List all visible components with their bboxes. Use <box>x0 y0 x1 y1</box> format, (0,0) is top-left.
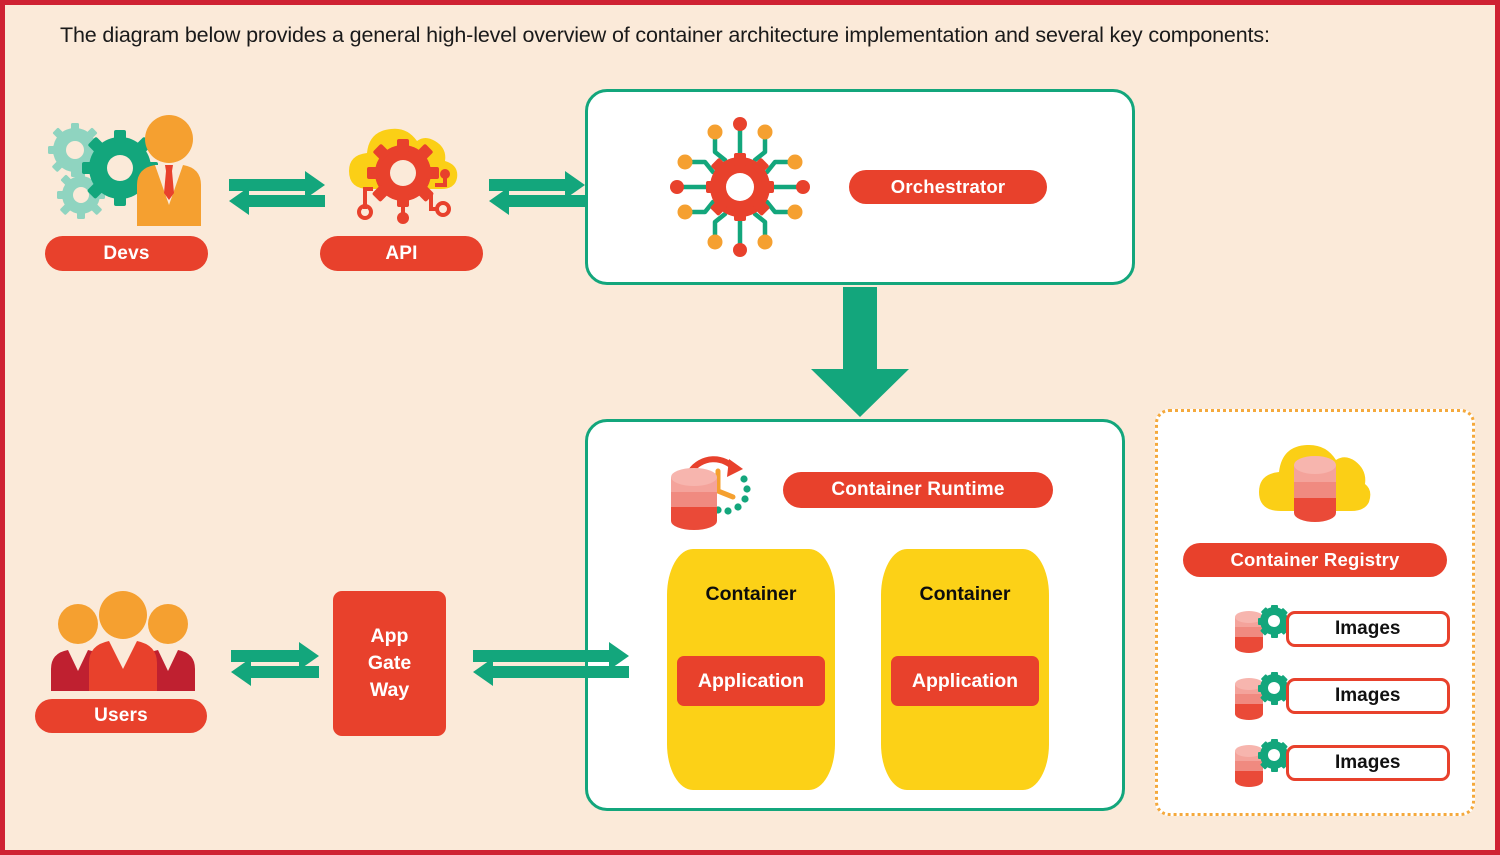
registry-image-label: Images <box>1286 745 1450 781</box>
registry-image-row-1: Images <box>1233 605 1453 653</box>
application-box: Application <box>891 656 1039 706</box>
api-label: API <box>320 236 483 271</box>
cloud-database-icon <box>1255 435 1373 533</box>
orchestrator-to-runtime-arrow <box>805 287 915 424</box>
users-label: Users <box>35 699 207 733</box>
users-to-gateway-arrow <box>229 642 321 691</box>
application-box: Application <box>677 656 825 706</box>
container-title: Container <box>705 583 797 605</box>
app-gateway-box[interactable]: App Gate Way <box>333 591 446 736</box>
container-shape-2: Container Application <box>881 549 1049 790</box>
people-group-icon <box>43 591 203 695</box>
container-runtime-label: Container Runtime <box>783 472 1053 508</box>
database-clock-icon <box>663 445 763 537</box>
container-title: Container <box>919 583 1011 605</box>
gateway-line-1: App <box>370 625 409 648</box>
registry-image-label: Images <box>1286 678 1450 714</box>
api-to-orchestrator-arrow <box>487 171 587 220</box>
developer-gears-icon <box>45 113 220 228</box>
cloud-gear-circuit-icon <box>343 117 463 229</box>
gear-network-icon <box>665 112 815 262</box>
gateway-line-3: Way <box>369 678 410 701</box>
container-shape-1: Container Application <box>667 549 835 790</box>
registry-image-row-3: Images <box>1233 739 1453 787</box>
diagram-canvas: The diagram below provides a general hig… <box>0 0 1500 855</box>
registry-image-row-2: Images <box>1233 672 1453 720</box>
gateway-line-2: Gate <box>367 652 412 675</box>
orchestrator-label: Orchestrator <box>849 170 1047 204</box>
registry-image-label: Images <box>1286 611 1450 647</box>
container-registry-label: Container Registry <box>1183 543 1447 577</box>
devs-label: Devs <box>45 236 208 271</box>
devs-to-api-arrow <box>227 171 327 220</box>
gateway-to-runtime-arrow <box>471 642 631 691</box>
page-caption: The diagram below provides a general hig… <box>60 23 1270 47</box>
